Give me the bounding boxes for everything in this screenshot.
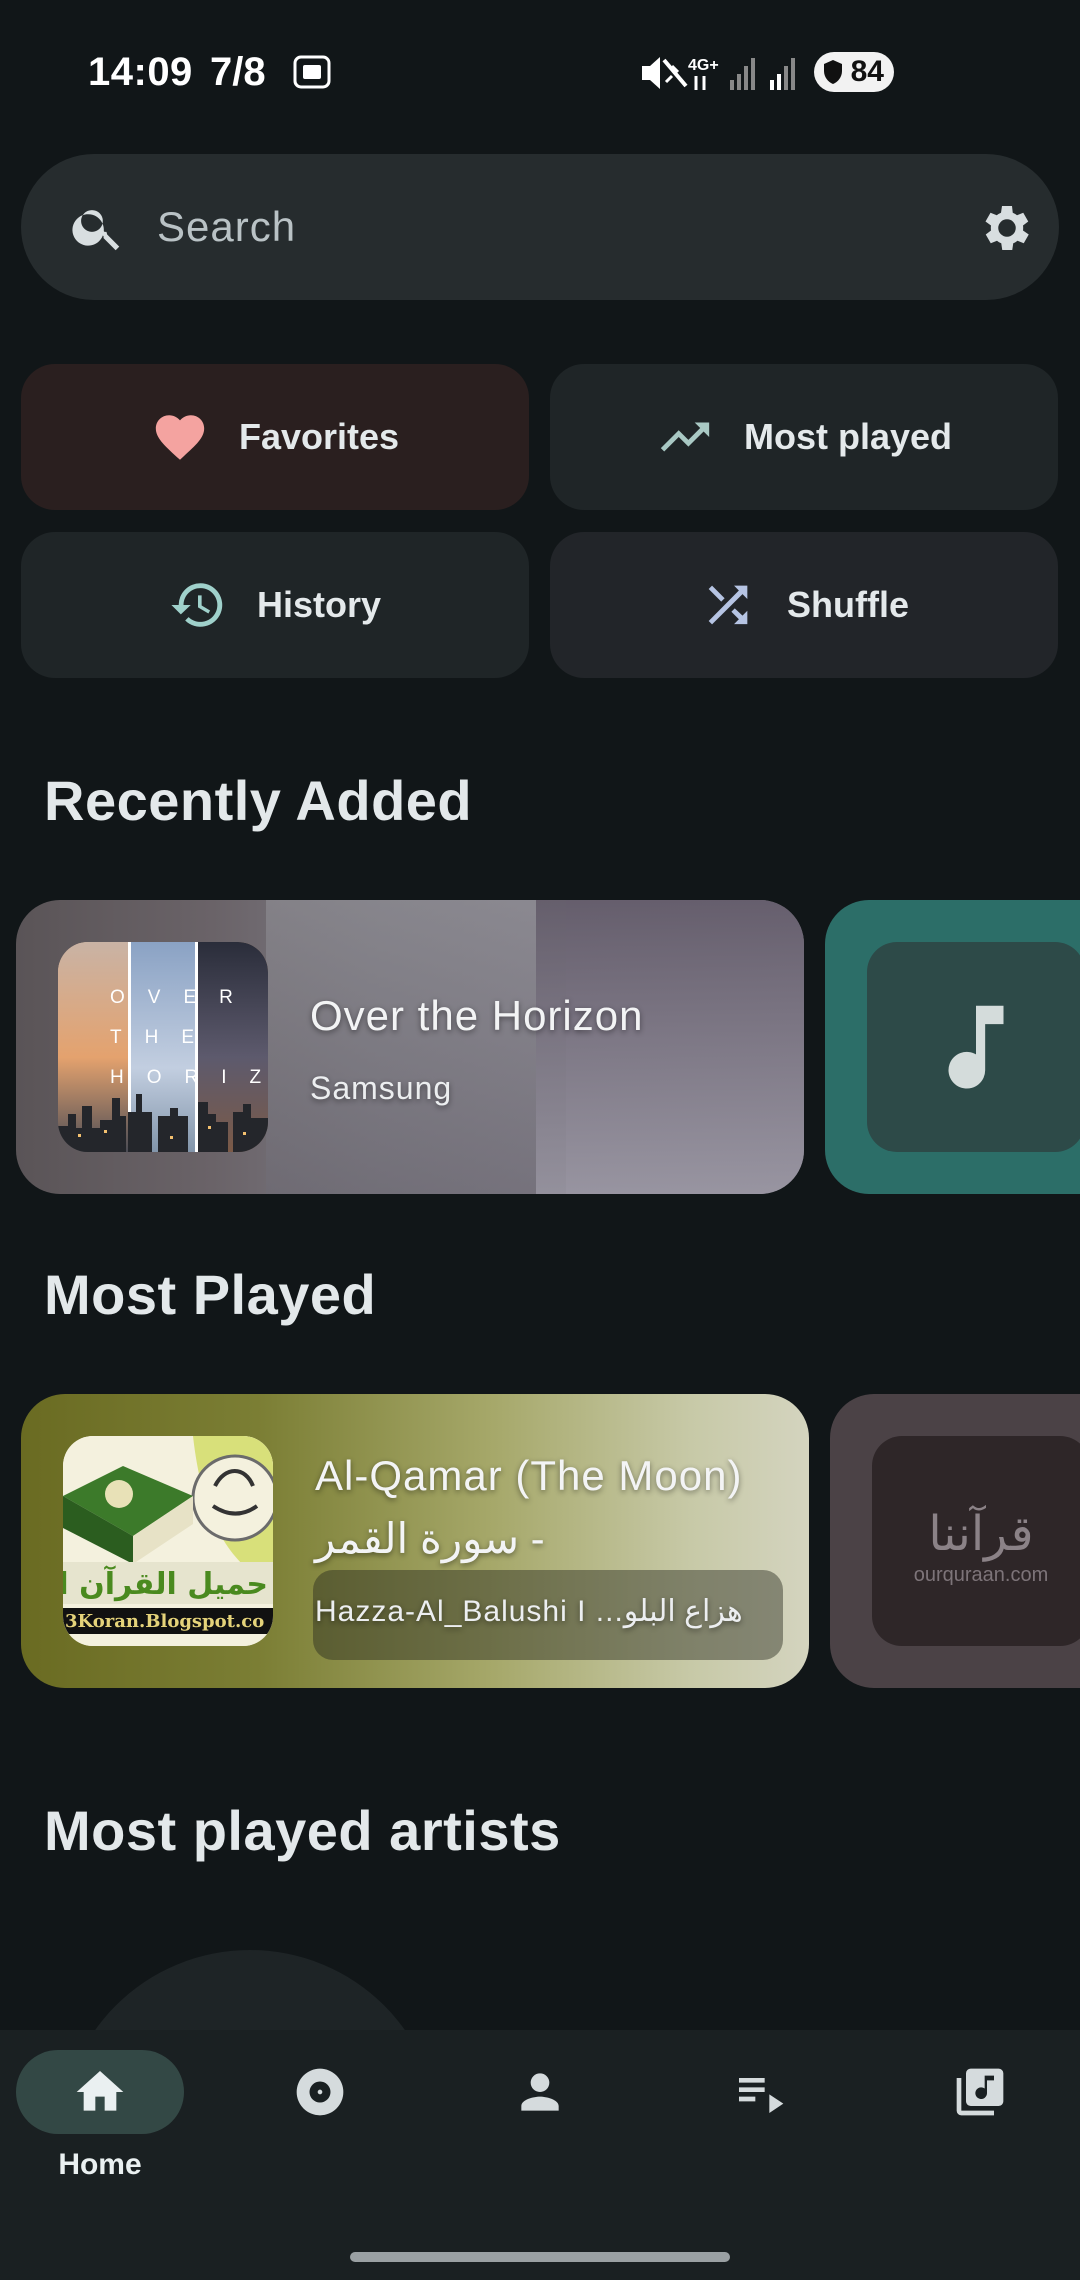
mute-icon [642,57,688,89]
svg-text:3Koran.Blogspot.co: 3Koran.Blogspot.co [65,1611,264,1632]
most-played-card[interactable]: حميل القرآن الكري 3Koran.Blogspot.co Al-… [21,1394,809,1688]
most-played-artists-title: Most played artists [44,1799,561,1862]
trending-up-icon [660,422,710,452]
favorites-label: Favorites [238,416,400,457]
playlist-icon [739,2078,784,2113]
album-art-placeholder [867,942,1080,1152]
svg-text:حميل القرآن الكري: حميل القرآن الكري [63,1565,268,1602]
album-art-text: OVER THE HORIZON [110,987,268,1088]
album-art: قرآننا ourquraan.com [872,1436,1080,1646]
history-button[interactable]: History [21,532,529,678]
search-icon [72,210,120,251]
shuffle-icon [708,585,748,625]
album-icon [296,2068,344,2116]
art-url-text: ourquraan.com [913,1563,1049,1586]
shield-icon [824,60,842,84]
favorites-button[interactable]: Favorites [21,364,529,510]
recently-added-card[interactable]: OVER THE HORIZON Over the Horizon Samsun… [16,900,804,1194]
battery-level: 84 [850,55,884,88]
most-played-button[interactable]: Most played [550,364,1058,510]
person-icon [521,2073,559,2111]
screen-record-icon [293,55,331,89]
shuffle-label: Shuffle [787,584,909,625]
most-played-label: Most played [743,416,953,457]
song-title: Al-Qamar (The Moon) [315,1452,743,1499]
album-art: OVER THE HORIZON [58,942,268,1152]
quran-artwork: حميل القرآن الكري 3Koran.Blogspot.co [63,1436,273,1646]
status-bar: 14:09 7/8 4G+ 84 [0,0,1080,140]
history-label: History [256,584,382,625]
album-art: حميل القرآن الكري 3Koran.Blogspot.co [63,1436,273,1646]
nav-home[interactable]: Home [15,2050,185,2240]
signal-icon-1 [730,58,755,90]
song-artist: Hazza-Al_Balushi I ...هزاع البلو [315,1595,743,1628]
bottom-navigation: Home [0,2030,1080,2280]
nav-library[interactable] [895,2050,1065,2240]
shuffle-button[interactable]: Shuffle [550,532,1058,678]
signal-icon-2 [770,58,795,90]
most-played-title: Most Played [44,1263,377,1326]
search-bar[interactable] [21,154,1059,300]
nav-albums[interactable] [235,2050,405,2240]
status-time: 14:09 [88,50,193,94]
recently-added-card-2[interactable] [825,900,1080,1194]
home-icon [76,2071,124,2111]
song-title-arabic: - سورة القمر [315,1515,545,1562]
song-artist: Samsung [310,1070,453,1106]
history-icon [171,583,223,627]
status-date: 7/8 [210,50,266,94]
music-note-icon [948,1005,1004,1089]
recently-added-title: Recently Added [44,769,473,832]
library-music-icon [956,2068,1004,2116]
settings-icon[interactable] [977,198,1037,258]
search-input[interactable] [157,192,857,262]
battery-indicator: 84 [814,52,894,92]
heart-icon [155,415,205,460]
most-played-card-2[interactable]: قرآننا ourquraan.com [830,1394,1080,1688]
nav-playlists[interactable] [675,2050,845,2240]
art-arabic-text: قرآننا [928,1505,1034,1562]
song-title: Over the Horizon [310,992,644,1039]
gesture-handle[interactable] [350,2252,730,2262]
nav-artists[interactable] [455,2050,625,2240]
svg-text:4G+: 4G+ [688,57,719,74]
skyline-graphic [58,1094,268,1152]
nav-home-label: Home [58,2148,142,2181]
